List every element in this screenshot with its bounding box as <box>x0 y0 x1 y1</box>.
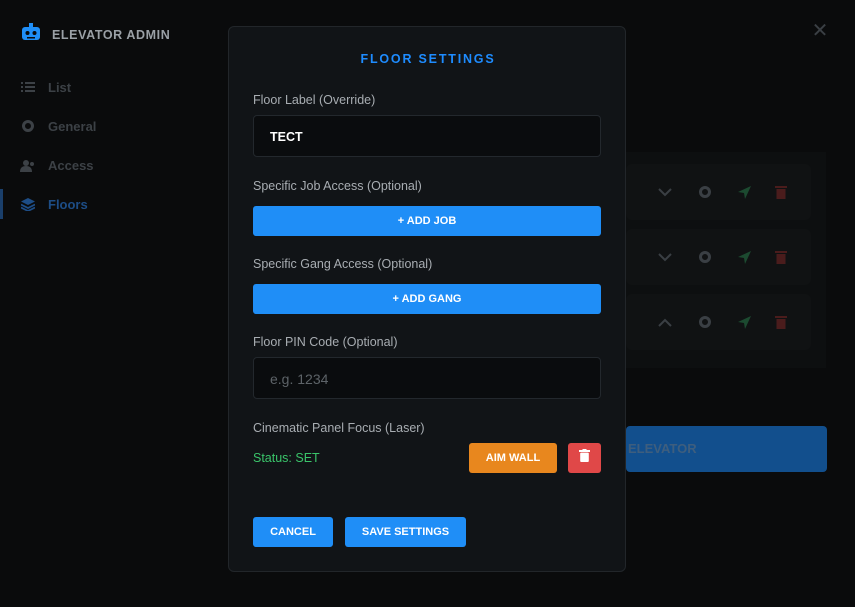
create-elevator-button[interactable]: ELEVATOR <box>626 426 827 472</box>
pin-code-input[interactable]: e.g. 1234 <box>253 357 601 399</box>
floor-label-value: TECT <box>270 130 303 144</box>
app-title: ELEVATOR ADMIN <box>52 27 171 42</box>
sidebar-item-label: Access <box>48 158 94 173</box>
sidebar-item-label: List <box>48 80 72 95</box>
sidebar-item-label: Floors <box>48 197 88 212</box>
floor-row[interactable] <box>626 229 811 285</box>
layers-icon <box>20 197 36 211</box>
trash-icon[interactable] <box>773 249 789 265</box>
sidebar-item-general[interactable]: General <box>0 111 228 141</box>
modal-title: FLOOR SETTINGS <box>360 52 496 66</box>
sidebar-item-list[interactable]: List <box>0 72 228 102</box>
brand: ELEVATOR ADMIN <box>20 22 170 47</box>
add-gang-button[interactable]: + ADD GANG <box>253 284 601 314</box>
gear-icon <box>20 119 36 133</box>
gear-icon[interactable] <box>697 314 713 330</box>
save-settings-button[interactable]: SAVE SETTINGS <box>345 517 466 547</box>
pin-code-placeholder: e.g. 1234 <box>270 371 329 387</box>
panel-focus-status: Status: SET <box>253 451 320 465</box>
add-job-button[interactable]: + ADD JOB <box>253 206 601 236</box>
location-arrow-icon[interactable] <box>736 314 752 330</box>
aim-wall-button[interactable]: AIM WALL <box>469 443 557 473</box>
sidebar-item-floors[interactable]: Floors <box>0 189 228 219</box>
robot-icon <box>20 22 42 47</box>
cancel-button[interactable]: CANCEL <box>253 517 333 547</box>
floor-label-input[interactable]: TECT <box>253 115 601 157</box>
floor-label-label: Floor Label (Override) <box>253 93 376 107</box>
gang-access-label: Specific Gang Access (Optional) <box>253 257 433 271</box>
job-access-label: Specific Job Access (Optional) <box>253 179 422 193</box>
floor-row[interactable] <box>626 164 811 220</box>
clear-focus-button[interactable] <box>568 443 601 473</box>
floor-settings-modal: FLOOR SETTINGS Floor Label (Override) TE… <box>228 26 626 572</box>
sidebar-item-access[interactable]: Access <box>0 150 228 180</box>
sidebar: ELEVATOR ADMIN List General Access Floor… <box>0 0 228 607</box>
pin-code-label: Floor PIN Code (Optional) <box>253 335 398 349</box>
gear-icon[interactable] <box>697 249 713 265</box>
panel-focus-label: Cinematic Panel Focus (Laser) <box>253 421 425 435</box>
trash-icon <box>579 449 590 467</box>
location-arrow-icon[interactable] <box>736 249 752 265</box>
create-elevator-label: ELEVATOR <box>628 441 697 456</box>
chevron-down-icon[interactable] <box>657 249 673 265</box>
trash-icon[interactable] <box>773 314 789 330</box>
chevron-down-icon[interactable] <box>657 184 673 200</box>
list-icon <box>20 80 36 94</box>
floor-row[interactable] <box>626 294 811 350</box>
location-arrow-icon[interactable] <box>736 184 752 200</box>
close-icon[interactable]: ✕ <box>811 21 829 41</box>
trash-icon[interactable] <box>773 184 789 200</box>
sidebar-item-label: General <box>48 119 97 134</box>
gear-icon[interactable] <box>697 184 713 200</box>
users-icon <box>20 158 36 172</box>
chevron-up-icon[interactable] <box>657 314 673 330</box>
